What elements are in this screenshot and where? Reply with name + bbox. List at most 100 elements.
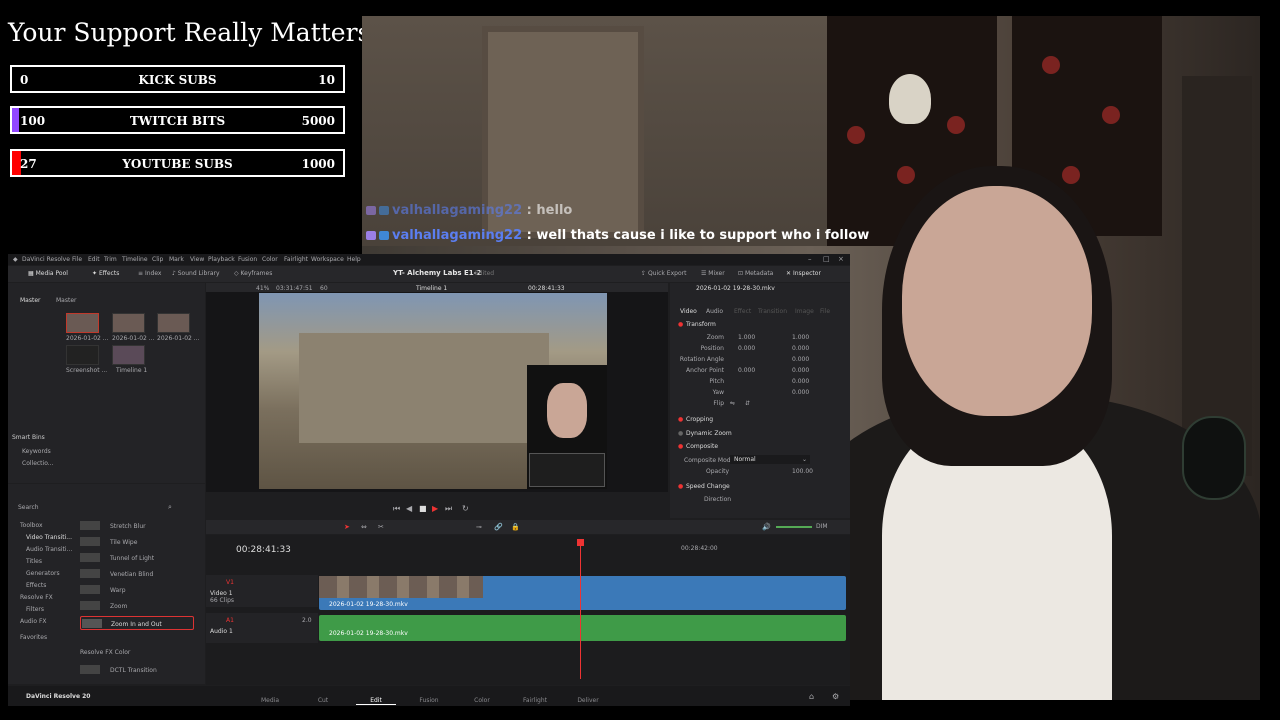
tree-item[interactable]: Audio FX bbox=[20, 618, 47, 625]
row-y-value[interactable]: 0.000 bbox=[792, 345, 809, 352]
inspector-tab-video[interactable]: Video bbox=[680, 308, 697, 315]
row-y-value[interactable]: 0.000 bbox=[792, 367, 809, 374]
snapping-icon[interactable]: ⊸ bbox=[476, 523, 482, 531]
row-x-value[interactable]: 1.000 bbox=[738, 334, 755, 341]
flip-horizontal-icon[interactable]: ⇋ bbox=[730, 400, 735, 407]
blade-tool-icon[interactable]: ✂ bbox=[378, 523, 384, 531]
minimize-icon[interactable]: – bbox=[808, 255, 812, 263]
row-x-value[interactable]: 0.000 bbox=[738, 367, 755, 374]
menu-item[interactable]: Help bbox=[347, 256, 361, 263]
menu-item[interactable]: Playback bbox=[208, 256, 235, 263]
menu-item[interactable]: Color bbox=[262, 256, 278, 263]
page-tab-fairlight[interactable]: Fairlight bbox=[515, 697, 555, 704]
flip-vertical-icon[interactable]: ⇵ bbox=[745, 400, 750, 407]
track-name[interactable]: Audio 1 bbox=[210, 628, 233, 635]
menu-item[interactable]: DaVinci Resolve bbox=[22, 256, 70, 263]
effect-item[interactable]: DCTL Transition bbox=[80, 664, 194, 676]
page-tab-edit[interactable]: Edit bbox=[356, 697, 396, 705]
playhead[interactable] bbox=[580, 539, 581, 679]
menu-item[interactable]: Clip bbox=[152, 256, 163, 263]
section-dynamic-zoom[interactable]: Dynamic Zoom bbox=[686, 430, 732, 437]
maximize-icon[interactable]: □ bbox=[823, 255, 830, 263]
index-button[interactable]: ≡ Index bbox=[138, 270, 161, 277]
opacity-value[interactable]: 100.00 bbox=[792, 468, 813, 475]
section-composite[interactable]: Composite bbox=[686, 443, 718, 450]
viewer-zoom[interactable]: 41% bbox=[256, 285, 269, 292]
loop-icon[interactable]: ↻ bbox=[462, 504, 469, 513]
inspector-tab-file[interactable]: File bbox=[820, 308, 830, 315]
menu-item[interactable]: Fairlight bbox=[284, 256, 308, 263]
timeline-thumbnail[interactable] bbox=[112, 345, 145, 365]
effect-item[interactable]: Tile Wipe bbox=[80, 536, 194, 548]
smart-bin-item[interactable]: Keywords bbox=[22, 448, 51, 455]
track-name[interactable]: Video 1 bbox=[210, 590, 233, 597]
lock-icon[interactable]: 🔒 bbox=[511, 523, 520, 531]
inspector-button[interactable]: ✕ Inspector bbox=[786, 270, 821, 277]
bin-master[interactable]: Master bbox=[20, 297, 41, 304]
effect-item[interactable]: Tunnel of Light bbox=[80, 552, 194, 564]
section-speed-change[interactable]: Speed Change bbox=[686, 483, 730, 490]
play-reverse-icon[interactable]: ◀ bbox=[406, 504, 412, 513]
clip-thumbnail[interactable] bbox=[66, 313, 99, 333]
playhead-handle[interactable] bbox=[577, 539, 584, 546]
tree-item[interactable]: Favorites bbox=[20, 634, 47, 641]
mixer-button[interactable]: ☰ Mixer bbox=[701, 270, 725, 277]
inspector-tab-audio[interactable]: Audio bbox=[706, 308, 723, 315]
page-tab-deliver[interactable]: Deliver bbox=[568, 697, 608, 704]
page-tab-fusion[interactable]: Fusion bbox=[409, 697, 449, 704]
tree-item[interactable]: Resolve FX bbox=[20, 594, 53, 601]
stop-icon[interactable]: ■ bbox=[419, 504, 427, 513]
play-icon[interactable]: ▶ bbox=[432, 504, 438, 513]
sound-library-button[interactable]: ♪ Sound Library bbox=[172, 270, 220, 277]
search-icon[interactable]: ⌕ bbox=[168, 503, 172, 512]
section-cropping[interactable]: Cropping bbox=[686, 416, 713, 423]
tree-item[interactable]: Toolbox bbox=[20, 522, 43, 529]
tree-item[interactable]: Audio Transiti... bbox=[26, 546, 72, 553]
quick-export-button[interactable]: ⇪ Quick Export bbox=[641, 270, 686, 277]
effect-item[interactable]: Venetian Blind bbox=[80, 568, 194, 580]
video-clip[interactable]: 2026-01-02 19-28-30.mkv bbox=[319, 576, 846, 610]
trim-tool-icon[interactable]: ⇔ bbox=[361, 523, 367, 531]
row-value[interactable]: 0.000 bbox=[792, 356, 809, 363]
menu-item[interactable]: Trim bbox=[104, 256, 117, 263]
page-tab-cut[interactable]: Cut bbox=[303, 697, 343, 704]
menu-item[interactable]: Mark bbox=[169, 256, 184, 263]
bin-master-tab[interactable]: Master bbox=[56, 297, 77, 304]
metadata-button[interactable]: ⊡ Metadata bbox=[738, 270, 773, 277]
menu-item[interactable]: View bbox=[190, 256, 204, 263]
row-value[interactable]: 0.000 bbox=[792, 378, 809, 385]
tree-item-selected[interactable]: Video Transiti... bbox=[26, 534, 72, 541]
go-to-end-icon[interactable]: ⏭ bbox=[445, 504, 452, 514]
search-field[interactable]: Search bbox=[12, 503, 162, 512]
keyframes-button[interactable]: ◇ Keyframes bbox=[234, 270, 272, 277]
menu-item[interactable]: File bbox=[72, 256, 82, 263]
page-tab-color[interactable]: Color bbox=[462, 697, 502, 704]
home-icon[interactable]: ⌂ bbox=[809, 692, 814, 701]
effect-item[interactable]: Stretch Blur bbox=[80, 520, 194, 532]
inspector-tab-effect[interactable]: Effect bbox=[734, 308, 751, 315]
inspector-tab-image[interactable]: Image bbox=[795, 308, 814, 315]
clip-thumbnail[interactable] bbox=[66, 345, 99, 365]
page-tab-media[interactable]: Media bbox=[250, 697, 290, 704]
dim-button[interactable]: DIM bbox=[816, 523, 828, 530]
tree-item[interactable]: Effects bbox=[26, 582, 46, 589]
gear-icon[interactable]: ⚙ bbox=[832, 692, 839, 701]
track-id[interactable]: V1 bbox=[226, 579, 234, 586]
effect-item[interactable]: Zoom bbox=[80, 600, 194, 612]
volume-icon[interactable]: 🔊 bbox=[762, 523, 771, 531]
row-y-value[interactable]: 1.000 bbox=[792, 334, 809, 341]
media-pool-button[interactable]: ▦ Media Pool bbox=[28, 270, 68, 277]
effect-item[interactable]: Warp bbox=[80, 584, 194, 596]
link-icon[interactable]: 🔗 bbox=[494, 523, 503, 531]
selection-tool-icon[interactable]: ➤ bbox=[344, 523, 350, 531]
row-x-value[interactable]: 0.000 bbox=[738, 345, 755, 352]
menu-item[interactable]: Fusion bbox=[238, 256, 257, 263]
inspector-tab-transition[interactable]: Transition bbox=[758, 308, 787, 315]
tree-item[interactable]: Filters bbox=[26, 606, 44, 613]
clip-thumbnail[interactable] bbox=[112, 313, 145, 333]
tree-item[interactable]: Generators bbox=[26, 570, 60, 577]
composite-mode-select[interactable]: Normal ⌄ bbox=[730, 455, 810, 464]
volume-slider[interactable] bbox=[776, 526, 812, 528]
tree-item[interactable]: Titles bbox=[26, 558, 42, 565]
timeline-name[interactable]: Timeline 1 bbox=[416, 285, 447, 292]
